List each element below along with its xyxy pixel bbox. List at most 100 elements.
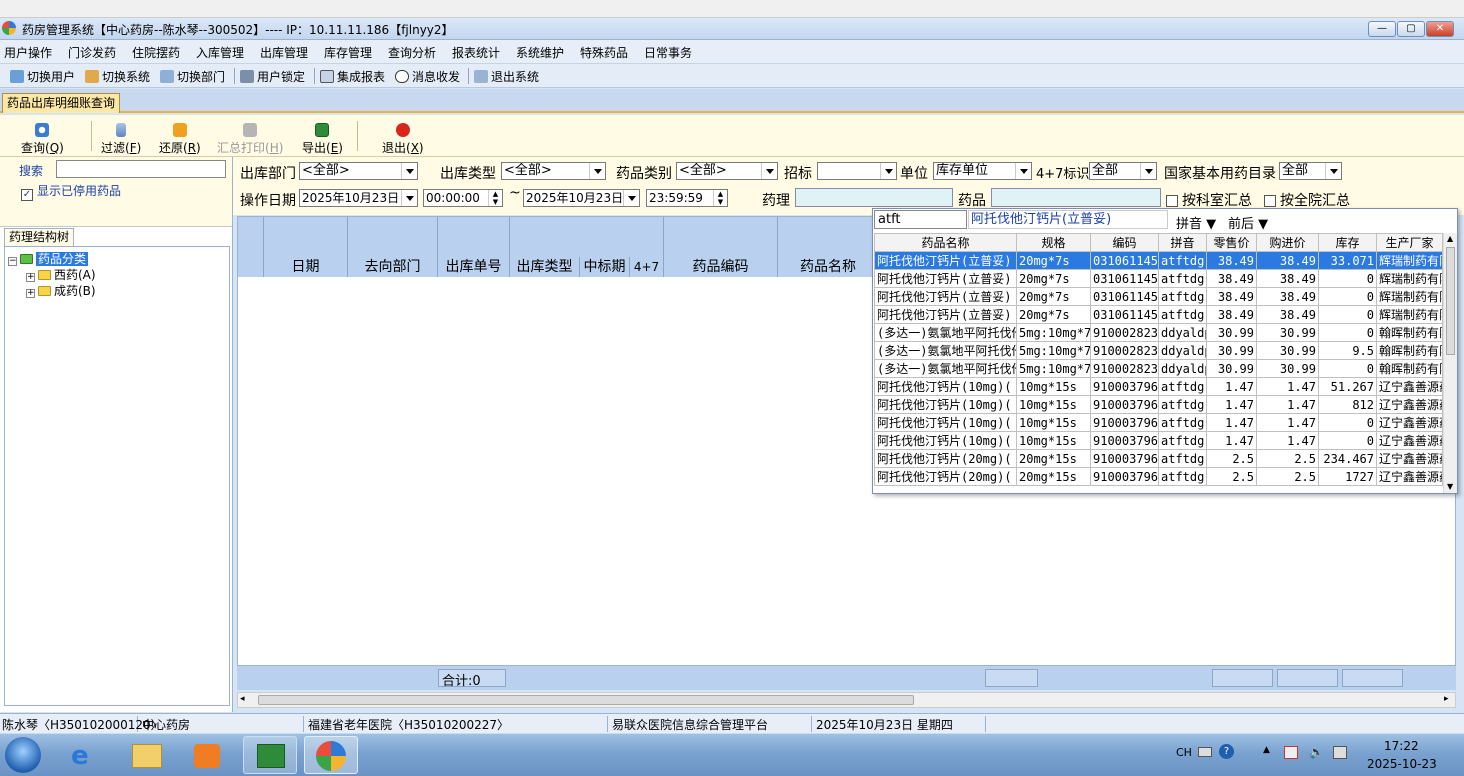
scroll-left-icon[interactable]: ◂ — [240, 694, 245, 704]
table-row[interactable]: (多达一)氨氯地平阿托伐他汀钙片5mg:10mg*7910002823ddyal… — [874, 341, 1443, 360]
pharmacy-app-taskbar-icon[interactable] — [304, 736, 358, 774]
ie-taskbar-icon[interactable]: e — [58, 736, 112, 774]
out-type-select[interactable]: <全部> — [501, 162, 606, 180]
media-player-taskbar-icon[interactable] — [180, 736, 234, 774]
menu-inpatient[interactable]: 住院摆药 — [132, 44, 180, 61]
table-row[interactable]: 阿托伐他汀钙片(立普妥) 20mg*7s 031061145 atftdg 38.49 3… — [874, 269, 1443, 288]
menu-special-drugs[interactable]: 特殊药品 — [580, 44, 628, 61]
table-row[interactable]: (多达一)氨氯地平阿托伐他汀钙片5mg:10mg*7910002823ddyal… — [874, 359, 1443, 378]
horizontal-scrollbar[interactable]: ◂ ▸ — [237, 692, 1456, 708]
table-row[interactable]: 阿托伐他汀钙片(10mg)(10mg*15s 910003796 atftdg 1.4… — [874, 395, 1443, 414]
scroll-right-icon[interactable]: ▸ — [1444, 694, 1449, 704]
search-input[interactable] — [56, 160, 226, 178]
table-row[interactable]: 阿托伐他汀钙片(立普妥) 20mg*7s 031061145 atftdg 38.49 3… — [874, 251, 1443, 270]
show-disabled-checkbox[interactable]: ✓ 显示已停用药品 — [21, 182, 121, 201]
restore-action-button[interactable]: 还原(R) — [159, 123, 201, 156]
col-retail-price[interactable]: 零售价 — [1206, 233, 1257, 252]
messages-button[interactable]: 消息收发 — [395, 68, 460, 85]
drug-input[interactable] — [991, 188, 1161, 207]
col-out-no[interactable]: 出库单号 — [438, 257, 510, 277]
scroll-thumb[interactable] — [1446, 247, 1455, 355]
scroll-up-icon[interactable]: ▲ — [1447, 234, 1453, 243]
table-row[interactable]: 阿托伐他汀钙片(10mg)(10mg*15s 910003796 atftdg 1.4… — [874, 413, 1443, 432]
exit-action-button[interactable]: 退出(X) — [382, 123, 424, 156]
spinner-icon[interactable]: ▲ ▼ — [713, 190, 727, 206]
sort-by-dropdown[interactable]: 拼音 ▼ — [1176, 213, 1216, 232]
restore-button[interactable]: ▢ — [1397, 21, 1425, 37]
table-row[interactable]: 阿托伐他汀钙片(20mg)(20mg*15s 910003796 atftdg 2.5… — [874, 449, 1443, 468]
unit-select[interactable]: 库存单位 — [933, 162, 1032, 180]
user-lock-button[interactable]: 用户锁定 — [240, 68, 305, 85]
menu-maintenance[interactable]: 系统维护 — [516, 44, 564, 61]
national-catalog-select[interactable]: 全部 — [1279, 162, 1342, 180]
col-date[interactable]: 日期 — [264, 257, 348, 277]
tray-expand-icon[interactable]: ▲ — [1263, 745, 1270, 755]
menu-analysis[interactable]: 查询分析 — [388, 44, 436, 61]
dropdown-arrow-icon[interactable] — [589, 163, 605, 179]
tree-root[interactable]: − 药品分类 — [8, 250, 89, 267]
scroll-down-icon[interactable]: ▼ — [1447, 482, 1453, 491]
dropdown-arrow-icon[interactable] — [623, 190, 639, 206]
spinner-icon[interactable]: ▲ ▼ — [488, 190, 502, 206]
minimize-button[interactable]: — — [1368, 21, 1396, 37]
action-center-icon[interactable] — [1284, 746, 1298, 759]
date-to-picker[interactable]: 2025年10月23日 — [523, 189, 640, 207]
expand-icon[interactable]: + — [26, 273, 35, 282]
col-pinyin[interactable]: 拼音 — [1158, 233, 1207, 252]
menu-user-ops[interactable]: 用户操作 — [4, 44, 52, 61]
input-lang[interactable]: CH — [1176, 746, 1192, 759]
tree-node-patent[interactable]: + 成药(B) — [26, 282, 96, 299]
clock-time[interactable]: 17:22 — [1384, 739, 1419, 753]
start-button[interactable] — [5, 737, 41, 773]
bid-select[interactable] — [817, 162, 897, 180]
popup-search-input[interactable]: atft — [874, 210, 967, 229]
close-button[interactable]: ✕ — [1426, 21, 1454, 37]
table-row[interactable]: 阿托伐他汀钙片(10mg)(10mg*15s 910003796 atftdg 1.4… — [874, 431, 1443, 450]
col-out-type[interactable]: 出库类型 — [510, 257, 580, 277]
col-purchase-price[interactable]: 购进价 — [1256, 233, 1319, 252]
by-dept-sum-checkbox[interactable]: 按科室汇总 — [1166, 190, 1252, 210]
network-icon[interactable] — [1333, 746, 1347, 759]
col-47[interactable]: 4+7 — [630, 257, 664, 277]
col-code[interactable]: 编码 — [1090, 233, 1159, 252]
menu-stock-out[interactable]: 出库管理 — [260, 44, 308, 61]
col-drug-name[interactable]: 药品名称 — [778, 257, 878, 277]
expand-icon[interactable]: + — [26, 289, 35, 298]
col-spec[interactable]: 规格 — [1016, 233, 1091, 252]
col-stock[interactable]: 库存 — [1318, 233, 1377, 252]
time-from-input[interactable]: 00:00:00 ▲ ▼ — [423, 189, 503, 207]
out-dept-select[interactable]: <全部> — [299, 162, 418, 180]
query-button[interactable]: 查询(Q) — [21, 123, 64, 156]
filter-button[interactable]: 过滤(F) — [101, 123, 141, 156]
table-row[interactable]: 阿托伐他汀钙片(立普妥) 20mg*7s 031061145 atftdg 38.49 3… — [874, 287, 1443, 306]
dropdown-arrow-icon[interactable] — [880, 163, 896, 179]
menu-inventory[interactable]: 库存管理 — [324, 44, 372, 61]
menu-stock-in[interactable]: 入库管理 — [196, 44, 244, 61]
explorer-taskbar-icon[interactable] — [120, 736, 174, 774]
col-drug-name[interactable]: 药品名称 — [874, 233, 1017, 252]
volume-icon[interactable]: 🔈 — [1309, 745, 1324, 759]
switch-system-button[interactable]: 切换系统 — [85, 68, 150, 85]
table-row[interactable]: (多达一)氨氯地平阿托伐他汀钙片5mg:10mg*7910002823ddyal… — [874, 323, 1443, 342]
tree-node-west[interactable]: + 西药(A) — [26, 266, 96, 283]
sort-order-dropdown[interactable]: 前后 ▼ — [1228, 213, 1268, 232]
menu-reports[interactable]: 报表统计 — [452, 44, 500, 61]
help-icon[interactable]: ? — [1219, 744, 1234, 759]
drug-cat-select[interactable]: <全部> — [676, 162, 778, 180]
summary-print-button[interactable]: 汇总打印(H) — [217, 123, 283, 156]
col-dest-dept[interactable]: 去向部门 — [348, 257, 438, 277]
exit-system-button[interactable]: 退出系统 — [474, 68, 539, 85]
col-bid-period[interactable]: 中标期 — [580, 257, 630, 277]
tree-tab[interactable]: 药理结构树 — [4, 228, 75, 246]
export-button[interactable]: 导出(E) — [302, 123, 343, 156]
switch-user-button[interactable]: 切换用户 — [10, 68, 75, 85]
popup-vertical-scrollbar[interactable]: ▲ ▼ — [1443, 233, 1457, 493]
table-row[interactable]: 阿托伐他汀钙片(20mg)(20mg*15s 910003796 atftdg 2.5… — [874, 467, 1443, 486]
dropdown-arrow-icon[interactable] — [761, 163, 777, 179]
col-drug-code[interactable]: 药品编码 — [664, 257, 778, 277]
table-row[interactable]: 阿托伐他汀钙片(立普妥) 20mg*7s 031061145 atftdg 38.49 3… — [874, 305, 1443, 324]
by-hospital-sum-checkbox[interactable]: 按全院汇总 — [1264, 190, 1350, 210]
collapse-icon[interactable]: − — [8, 257, 17, 266]
dropdown-arrow-icon[interactable] — [401, 163, 417, 179]
dropdown-arrow-icon[interactable] — [1325, 163, 1341, 179]
